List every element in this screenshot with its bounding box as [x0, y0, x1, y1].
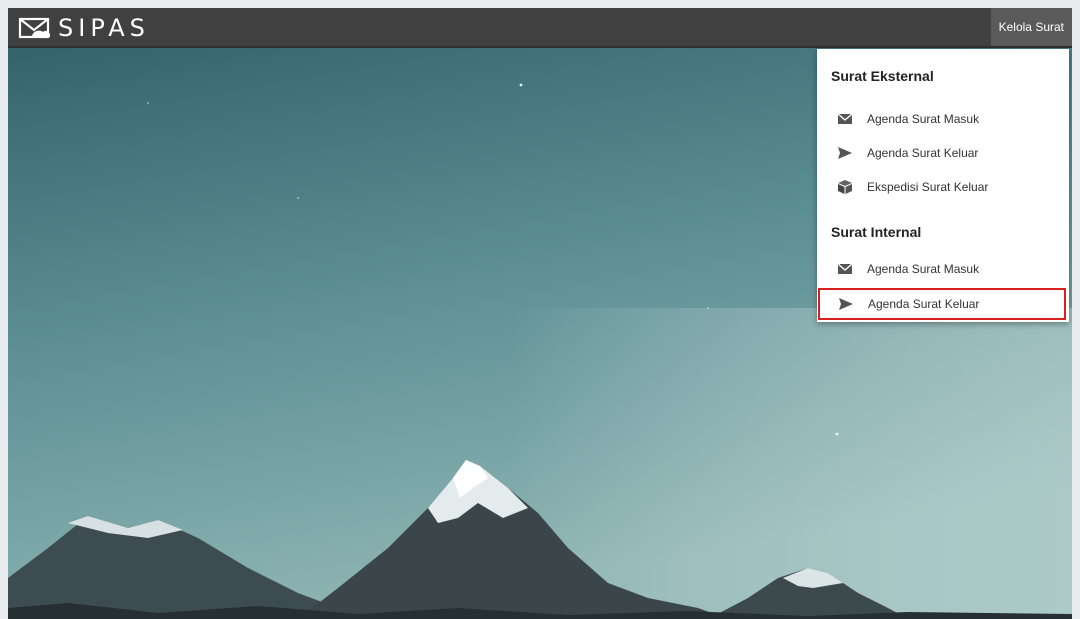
menu-item-label: Agenda Surat Keluar [867, 146, 979, 160]
menu-item-label: Ekspedisi Surat Keluar [867, 180, 989, 194]
brand-name: SIPAS [58, 14, 150, 42]
kelola-surat-menu-button[interactable]: Kelola Surat [990, 8, 1072, 46]
section-title-surat-internal: Surat Internal [831, 224, 922, 240]
envelope-icon [837, 263, 853, 274]
package-icon [838, 180, 852, 194]
brand-logo[interactable]: SIPAS [18, 14, 150, 42]
menu-item-internal-agenda-surat-masuk[interactable]: Agenda Surat Masuk [817, 252, 1069, 286]
mail-logo-icon [18, 17, 51, 39]
menu-item-label: Agenda Surat Masuk [867, 262, 980, 276]
envelope-icon [837, 113, 853, 124]
menu-item-label: Agenda Surat Keluar [868, 297, 980, 311]
menu-item-eksternal-agenda-surat-keluar[interactable]: Agenda Surat Keluar [817, 136, 1069, 170]
section-title-surat-eksternal: Surat Eksternal [831, 68, 934, 84]
kelola-surat-dropdown: Surat Eksternal Agenda Surat Masuk Agend… [817, 49, 1069, 322]
send-icon [839, 298, 853, 310]
menu-item-label: Agenda Surat Masuk [867, 112, 980, 126]
send-icon [838, 147, 852, 159]
menu-item-eksternal-agenda-surat-masuk[interactable]: Agenda Surat Masuk [817, 102, 1069, 136]
menu-item-eksternal-ekspedisi-surat-keluar[interactable]: Ekspedisi Surat Keluar [817, 170, 1069, 204]
app-window: SIPAS Kelola Surat Surat Eksternal Agend… [8, 8, 1072, 619]
top-navbar: SIPAS Kelola Surat [8, 8, 1072, 48]
menu-item-internal-agenda-surat-keluar[interactable]: Agenda Surat Keluar [818, 288, 1066, 320]
